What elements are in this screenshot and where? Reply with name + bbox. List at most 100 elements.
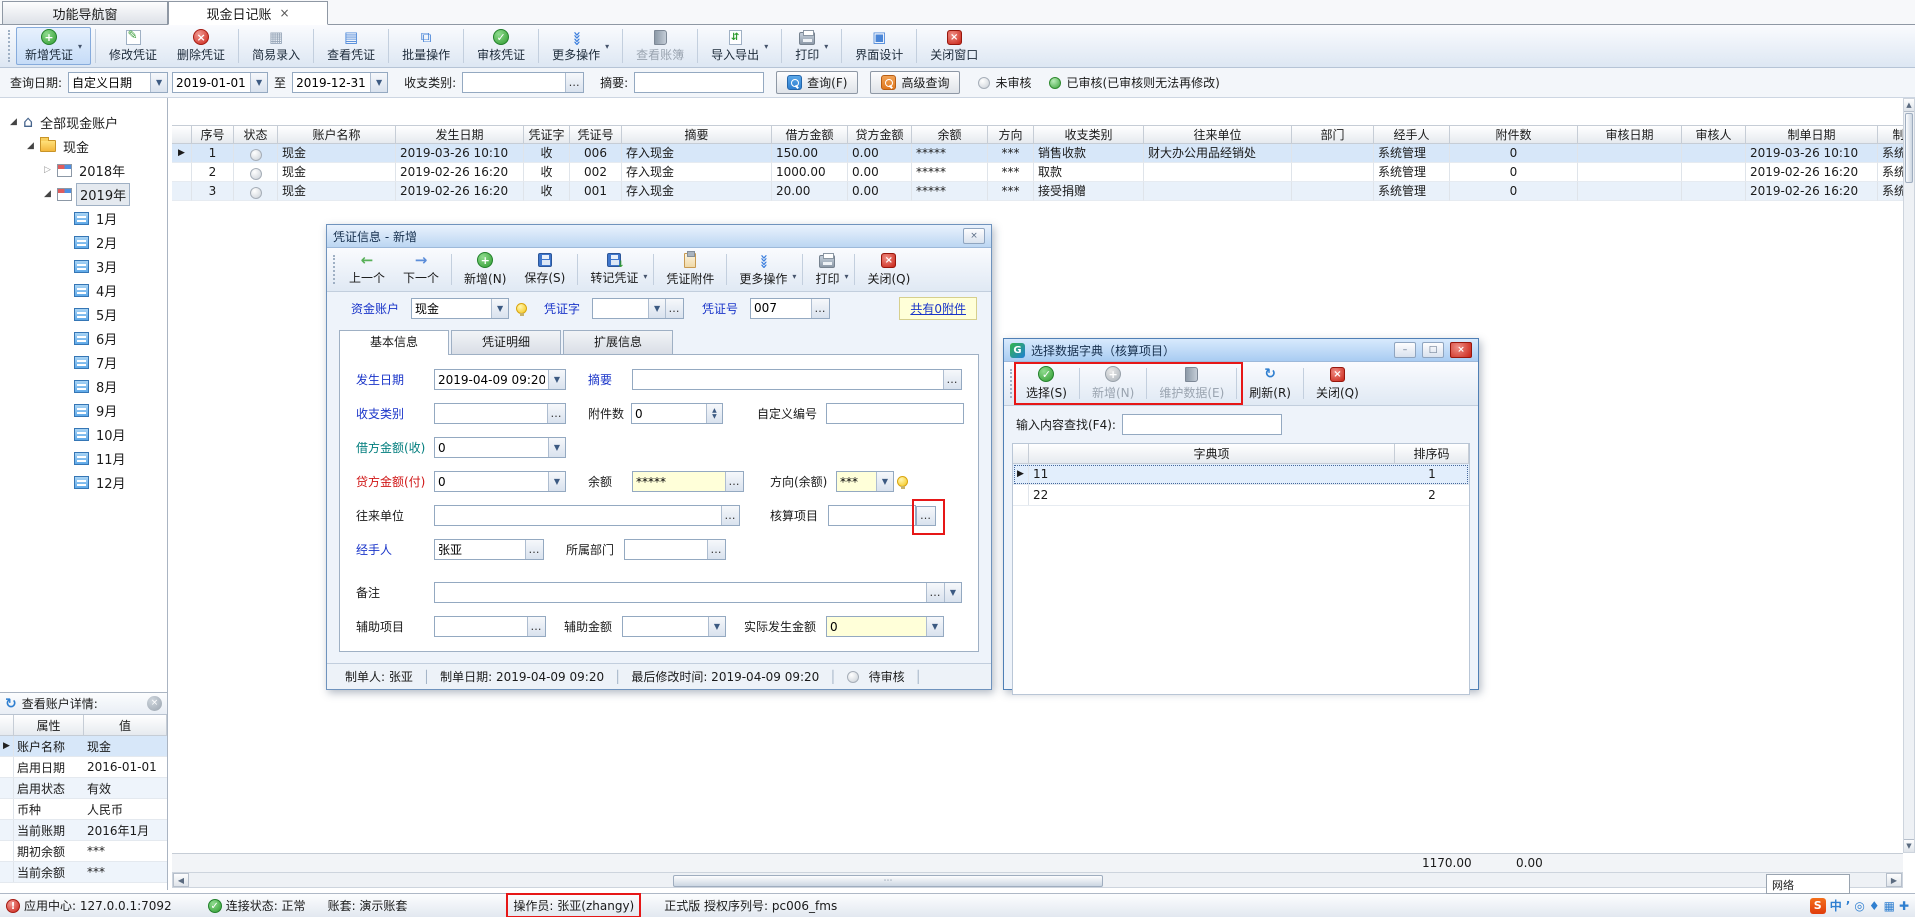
credit-amount-combobox[interactable]: ▼ xyxy=(434,471,566,492)
aux-item-value[interactable] xyxy=(435,617,527,636)
column-header-dir[interactable]: 方向 xyxy=(988,125,1034,144)
actual-amount-combobox[interactable]: ▼ xyxy=(826,616,944,637)
chevron-down-icon[interactable]: ▾ xyxy=(824,42,828,51)
custom-number-value[interactable] xyxy=(827,404,963,423)
note-input[interactable]: … ▼ xyxy=(434,582,962,603)
tree-item-2019年[interactable]: ◢2019年 xyxy=(0,182,167,206)
ellipsis-browse-icon[interactable]: … xyxy=(811,299,829,318)
toolbar-button-add[interactable]: +新增凭证▾ xyxy=(16,27,91,65)
tree-item-现金[interactable]: ◢现金 xyxy=(0,134,167,158)
tab-close-icon[interactable]: × xyxy=(279,6,289,20)
toolbar-button-close-window[interactable]: ×关闭窗口 xyxy=(921,27,987,65)
fund-account-combobox[interactable]: ▼ xyxy=(411,298,509,319)
table-row[interactable]: ▶1现金2019-03-26 10:10收006存入现金150.000.00**… xyxy=(172,144,1903,163)
vertical-scroll-thumb[interactable] xyxy=(1905,113,1913,183)
income-type-lookup[interactable]: … xyxy=(434,403,566,424)
ime-glyph-icon[interactable]: ✚ xyxy=(1899,899,1909,913)
summary-input[interactable]: … xyxy=(632,369,962,390)
vertical-scrollbar[interactable]: ▲ ▼ xyxy=(1903,98,1915,853)
table-row[interactable]: 3现金2019-02-26 16:20收001存入现金20.000.00****… xyxy=(172,182,1903,201)
ime-glyph-icon[interactable]: ’ xyxy=(1846,899,1851,913)
tab-基本信息[interactable]: 基本信息 xyxy=(339,330,449,355)
dict-button-close[interactable]: ×关闭(Q) xyxy=(1307,365,1368,403)
detail-row[interactable]: 启用状态有效 xyxy=(0,778,167,799)
debit-amount-value[interactable] xyxy=(435,438,548,457)
column-header-makeDate[interactable]: 制单日期 xyxy=(1746,125,1878,144)
dict-button-refresh[interactable]: ↻刷新(R) xyxy=(1240,364,1300,403)
aux-item-lookup[interactable]: … xyxy=(434,616,546,637)
search-button[interactable]: 查询(F) xyxy=(776,71,858,94)
tree-item-6月[interactable]: 6月 xyxy=(0,326,167,350)
detail-row[interactable]: 启用日期2016-01-01 xyxy=(0,757,167,778)
spinner-icon[interactable]: ▲▼ xyxy=(706,404,722,423)
date-mode-combobox[interactable]: ▼ xyxy=(68,72,168,93)
column-header-debit[interactable]: 借方金额 xyxy=(772,125,848,144)
voucher-button-add[interactable]: +新增(N) xyxy=(455,250,515,289)
occur-date-value[interactable] xyxy=(435,370,548,389)
toolbar-button-view[interactable]: ▤查看凭证 xyxy=(318,27,384,65)
direction-combobox[interactable]: ▼ xyxy=(836,471,894,492)
date-to-value[interactable] xyxy=(293,73,370,92)
column-header-type[interactable]: 收支类别 xyxy=(1034,125,1144,144)
sort-code-column-header[interactable]: 排序码 xyxy=(1395,444,1469,463)
dictionary-search-input[interactable] xyxy=(1122,414,1282,435)
chevron-down-icon[interactable]: ▾ xyxy=(78,42,82,51)
date-from-value[interactable] xyxy=(173,73,250,92)
attach-count-stepper[interactable]: ▲▼ xyxy=(631,403,723,424)
ellipsis-browse-icon[interactable]: … xyxy=(707,540,725,559)
dict-button-select[interactable]: ✓选择(S) xyxy=(1017,364,1076,403)
expander-closed-icon[interactable]: ▷ xyxy=(42,165,53,175)
column-header-summary[interactable]: 摘要 xyxy=(622,125,772,144)
column-header-no[interactable]: 凭证号 xyxy=(570,125,622,144)
ellipsis-browse-icon[interactable]: … xyxy=(943,370,961,389)
toolbar-button-delete[interactable]: ×删除凭证 xyxy=(168,27,234,65)
column-header-dept[interactable]: 部门 xyxy=(1292,125,1374,144)
column-header-unit[interactable]: 往来单位 xyxy=(1144,125,1292,144)
dictionary-dialog-titlebar[interactable]: G 选择数据字典（核算项目） – □ × xyxy=(1004,339,1478,362)
tree-item-11月[interactable]: 11月 xyxy=(0,446,167,470)
chevron-down-icon[interactable]: ▼ xyxy=(648,299,665,318)
column-header-status[interactable]: 状态 xyxy=(234,125,278,144)
toolbar-button-io[interactable]: ⇵导入导出▾ xyxy=(702,27,777,65)
refresh-icon[interactable]: ↻ xyxy=(5,696,17,712)
scroll-up-icon[interactable]: ▲ xyxy=(1904,99,1914,112)
tree-item-8月[interactable]: 8月 xyxy=(0,374,167,398)
date-mode-value[interactable] xyxy=(69,73,150,92)
chevron-down-icon[interactable]: ▼ xyxy=(708,617,725,636)
ellipsis-browse-icon[interactable]: … xyxy=(547,404,565,423)
chevron-down-icon[interactable]: ▾ xyxy=(764,42,768,51)
attach-count-value[interactable] xyxy=(632,404,706,423)
ime-glyph-icon[interactable]: ♦ xyxy=(1869,899,1880,913)
scroll-down-icon[interactable]: ▼ xyxy=(1904,839,1914,852)
toolbar-button-design[interactable]: ▣界面设计 xyxy=(846,27,912,65)
voucher-button-print[interactable]: 打印 xyxy=(806,251,848,289)
column-header-attach[interactable]: 附件数 xyxy=(1450,125,1578,144)
voucher-number-value[interactable] xyxy=(751,299,811,318)
voucher-button-save[interactable]: 保存(S) xyxy=(515,251,574,288)
voucher-button-prev[interactable]: ←上一个 xyxy=(340,251,394,288)
handler-value[interactable] xyxy=(435,540,525,559)
tree-item-7月[interactable]: 7月 xyxy=(0,350,167,374)
column-header-auditDate[interactable]: 审核日期 xyxy=(1578,125,1682,144)
debit-amount-combobox[interactable]: ▼ xyxy=(434,437,566,458)
custom-number-input[interactable] xyxy=(826,403,964,424)
direction-value[interactable] xyxy=(837,472,876,491)
toolbar-button-easy-entry[interactable]: ▦简易录入 xyxy=(243,27,309,65)
column-header-word[interactable]: 凭证字 xyxy=(524,125,570,144)
column-header-handler[interactable]: 经手人 xyxy=(1374,125,1450,144)
voucher-word-combobox[interactable]: ▼ … xyxy=(592,298,684,319)
chevron-down-icon[interactable]: ▼ xyxy=(250,73,267,92)
ellipsis-browse-icon[interactable]: … xyxy=(926,583,944,602)
toolbar-button-audit[interactable]: ✓审核凭证 xyxy=(468,27,534,65)
ellipsis-browse-icon[interactable]: … xyxy=(721,506,739,525)
aux-amount-combobox[interactable]: ▼ xyxy=(622,616,726,637)
column-header-credit[interactable]: 贷方金额 xyxy=(848,125,912,144)
toolbar-button-edit[interactable]: 修改凭证 xyxy=(100,27,166,65)
dict-item-column-header[interactable]: 字典项 xyxy=(1029,444,1395,463)
chevron-down-icon[interactable]: ▼ xyxy=(548,472,565,491)
tree-item-3月[interactable]: 3月 xyxy=(0,254,167,278)
fund-account-value[interactable] xyxy=(412,299,491,318)
ellipsis-browse-icon[interactable]: … xyxy=(565,73,583,92)
credit-amount-value[interactable] xyxy=(435,472,548,491)
voucher-number-input[interactable]: … xyxy=(750,298,830,319)
